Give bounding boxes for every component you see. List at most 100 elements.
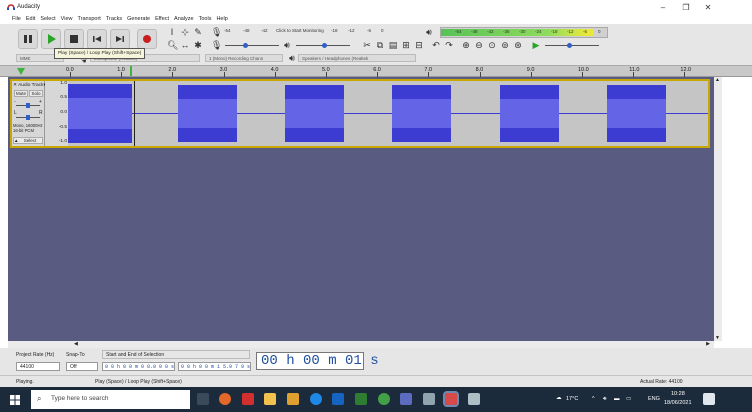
file-explorer-icon[interactable] <box>264 393 276 405</box>
slider-thumb[interactable] <box>322 43 327 48</box>
skip-to-end-button[interactable] <box>110 29 130 49</box>
notifications-icon[interactable] <box>703 393 715 405</box>
play-button[interactable] <box>41 29 61 49</box>
recording-channels-select[interactable]: 1 (Mono) Recording Chann <box>205 54 283 62</box>
playback-meter[interactable]: -54 -48 -42 -36 -30 -24 -18 -12 -6 0 <box>440 27 608 38</box>
collapse-icon[interactable]: ▲ <box>14 138 18 143</box>
volume-icon[interactable]: 🔊︎ <box>603 396 606 403</box>
time-shift-tool-icon[interactable]: ↔ <box>180 40 190 50</box>
mute-button[interactable]: Mute <box>14 90 28 97</box>
fit-selection-icon[interactable]: ⊙ <box>487 40 497 50</box>
selection-end-time[interactable]: 0 0 h 0 0 m 1 5.9 7 9 s <box>178 362 251 371</box>
project-rate-select[interactable]: 44100 <box>16 362 60 371</box>
language-indicator[interactable]: ENG <box>648 396 660 402</box>
menu-view[interactable]: View <box>61 14 73 24</box>
slider-thumb[interactable] <box>243 43 248 48</box>
close-track-icon[interactable]: ✕ <box>13 83 17 88</box>
audio-position-display[interactable]: 00 h 00 m 01 s <box>256 352 379 370</box>
snap-to-select[interactable]: Off <box>66 362 98 371</box>
scroll-down-icon[interactable]: ▼ <box>715 335 720 341</box>
menu-transport[interactable]: Transport <box>77 14 100 24</box>
solo-button[interactable]: Solo <box>29 90 43 97</box>
selection-mode-select[interactable]: Start and End of Selection <box>102 350 250 359</box>
playback-device-select[interactable]: Speakers / Headphones (Realtek <box>298 54 416 62</box>
audacity-taskbar-icon[interactable] <box>443 391 459 407</box>
zoom-in-icon[interactable]: ⊕ <box>461 40 471 50</box>
zoom-out-icon[interactable]: ⊖ <box>474 40 484 50</box>
teams-icon[interactable] <box>400 393 412 405</box>
pan-slider[interactable] <box>16 115 40 120</box>
office-icon[interactable] <box>242 393 254 405</box>
excel-icon[interactable] <box>355 393 367 405</box>
menu-edit[interactable]: Edit <box>26 14 35 24</box>
record-button[interactable] <box>137 29 157 49</box>
waveform-display[interactable] <box>68 81 708 146</box>
battery-icon[interactable]: ▭ <box>626 396 631 402</box>
pause-button[interactable] <box>18 29 38 49</box>
track-name-button[interactable]: ✕ Audio Track▾ <box>13 82 46 89</box>
silence-icon[interactable]: ⊟ <box>414 40 424 50</box>
clock-time[interactable]: 10:28 <box>671 391 685 397</box>
multi-tool-icon[interactable]: ✱ <box>193 40 203 50</box>
paste-icon[interactable]: ▤ <box>388 40 398 50</box>
menu-tracks[interactable]: Tracks <box>106 14 122 24</box>
envelope-tool-icon[interactable]: ⊹ <box>180 27 190 37</box>
weather-icon[interactable]: ☁ <box>556 395 562 401</box>
selection-start-time[interactable]: 0 0 h 0 0 m 0 0.0 0 0 s <box>102 362 175 371</box>
copy-icon[interactable]: ⧉ <box>375 40 385 50</box>
taskbar-search-box[interactable]: ⌕ Type here to search <box>31 390 190 409</box>
stop-button[interactable] <box>64 29 84 49</box>
app-icon[interactable] <box>378 393 390 405</box>
tray-chevron-icon[interactable]: ^ <box>592 396 595 402</box>
app-icon[interactable] <box>423 393 435 405</box>
menu-analyze[interactable]: Analyze <box>174 14 194 24</box>
play-at-speed-icon[interactable]: ▶ <box>531 40 541 50</box>
firefox-icon[interactable] <box>219 393 231 405</box>
record-volume-slider[interactable] <box>225 43 279 48</box>
play-head[interactable] <box>130 66 132 76</box>
scroll-right-icon[interactable]: ▶ <box>706 341 710 348</box>
clock-date[interactable]: 18/06/2021 <box>664 400 692 406</box>
menu-file[interactable]: File <box>12 14 21 24</box>
trim-icon[interactable]: ⊞ <box>401 40 411 50</box>
task-view-icon[interactable] <box>197 393 209 405</box>
draw-tool-icon[interactable]: ✎ <box>193 27 203 37</box>
windows-start-icon[interactable] <box>10 395 20 405</box>
menu-select[interactable]: Select <box>40 14 55 24</box>
selection-tool-icon[interactable]: I <box>167 27 177 37</box>
outlook-icon[interactable] <box>332 393 344 405</box>
play-at-speed-slider[interactable] <box>545 43 599 48</box>
speaker-icon: 🔊︎ <box>426 27 432 37</box>
minimize-button[interactable]: – <box>656 3 670 12</box>
slider-thumb[interactable] <box>567 43 572 48</box>
undo-icon[interactable]: ↶ <box>431 40 441 50</box>
temperature[interactable]: 17°C <box>566 396 578 402</box>
menu-generate[interactable]: Generate <box>127 14 150 24</box>
playback-volume-slider[interactable] <box>296 43 350 48</box>
pan-right-label: R <box>39 110 43 116</box>
scroll-up-icon[interactable]: ▲ <box>715 77 720 83</box>
zoom-tool-icon[interactable]: 🔍︎ <box>167 40 178 50</box>
record-meter[interactable]: -54 -48 -42 Click to Start Monitoring -18 -12… <box>224 28 387 33</box>
fit-project-icon[interactable]: ⊚ <box>500 40 510 50</box>
network-icon[interactable]: ▬ <box>614 396 620 402</box>
pinned-play-head-icon[interactable] <box>16 67 26 76</box>
edge-icon[interactable] <box>310 393 322 405</box>
app-icon[interactable] <box>468 393 480 405</box>
skip-to-start-button[interactable] <box>87 29 107 49</box>
cut-icon[interactable]: ✂ <box>362 40 372 50</box>
horizontal-scrollbar[interactable]: ◀ ▶ <box>8 341 714 348</box>
redo-icon[interactable]: ↷ <box>444 40 454 50</box>
folder-icon[interactable] <box>287 393 299 405</box>
zoom-toggle-icon[interactable]: ⊛ <box>513 40 523 50</box>
menu-tools[interactable]: Tools <box>199 14 212 24</box>
vertical-scrollbar[interactable]: ▲ ▼ <box>714 77 722 341</box>
scroll-left-icon[interactable]: ◀ <box>74 341 78 348</box>
timeline-ruler[interactable]: 0.0 1.0 2.0 3.0 4.0 5.0 6.0 7.0 8.0 9.0 10.0 11.0 12… <box>0 65 752 77</box>
menu-effect[interactable]: Effect <box>155 14 169 24</box>
maximize-button[interactable]: ❐ <box>679 3 693 12</box>
select-track-button[interactable]: ▲ Select <box>13 137 43 144</box>
menu-help[interactable]: Help <box>216 14 227 24</box>
gain-slider[interactable] <box>16 103 40 108</box>
close-button[interactable]: ✕ <box>701 3 715 12</box>
